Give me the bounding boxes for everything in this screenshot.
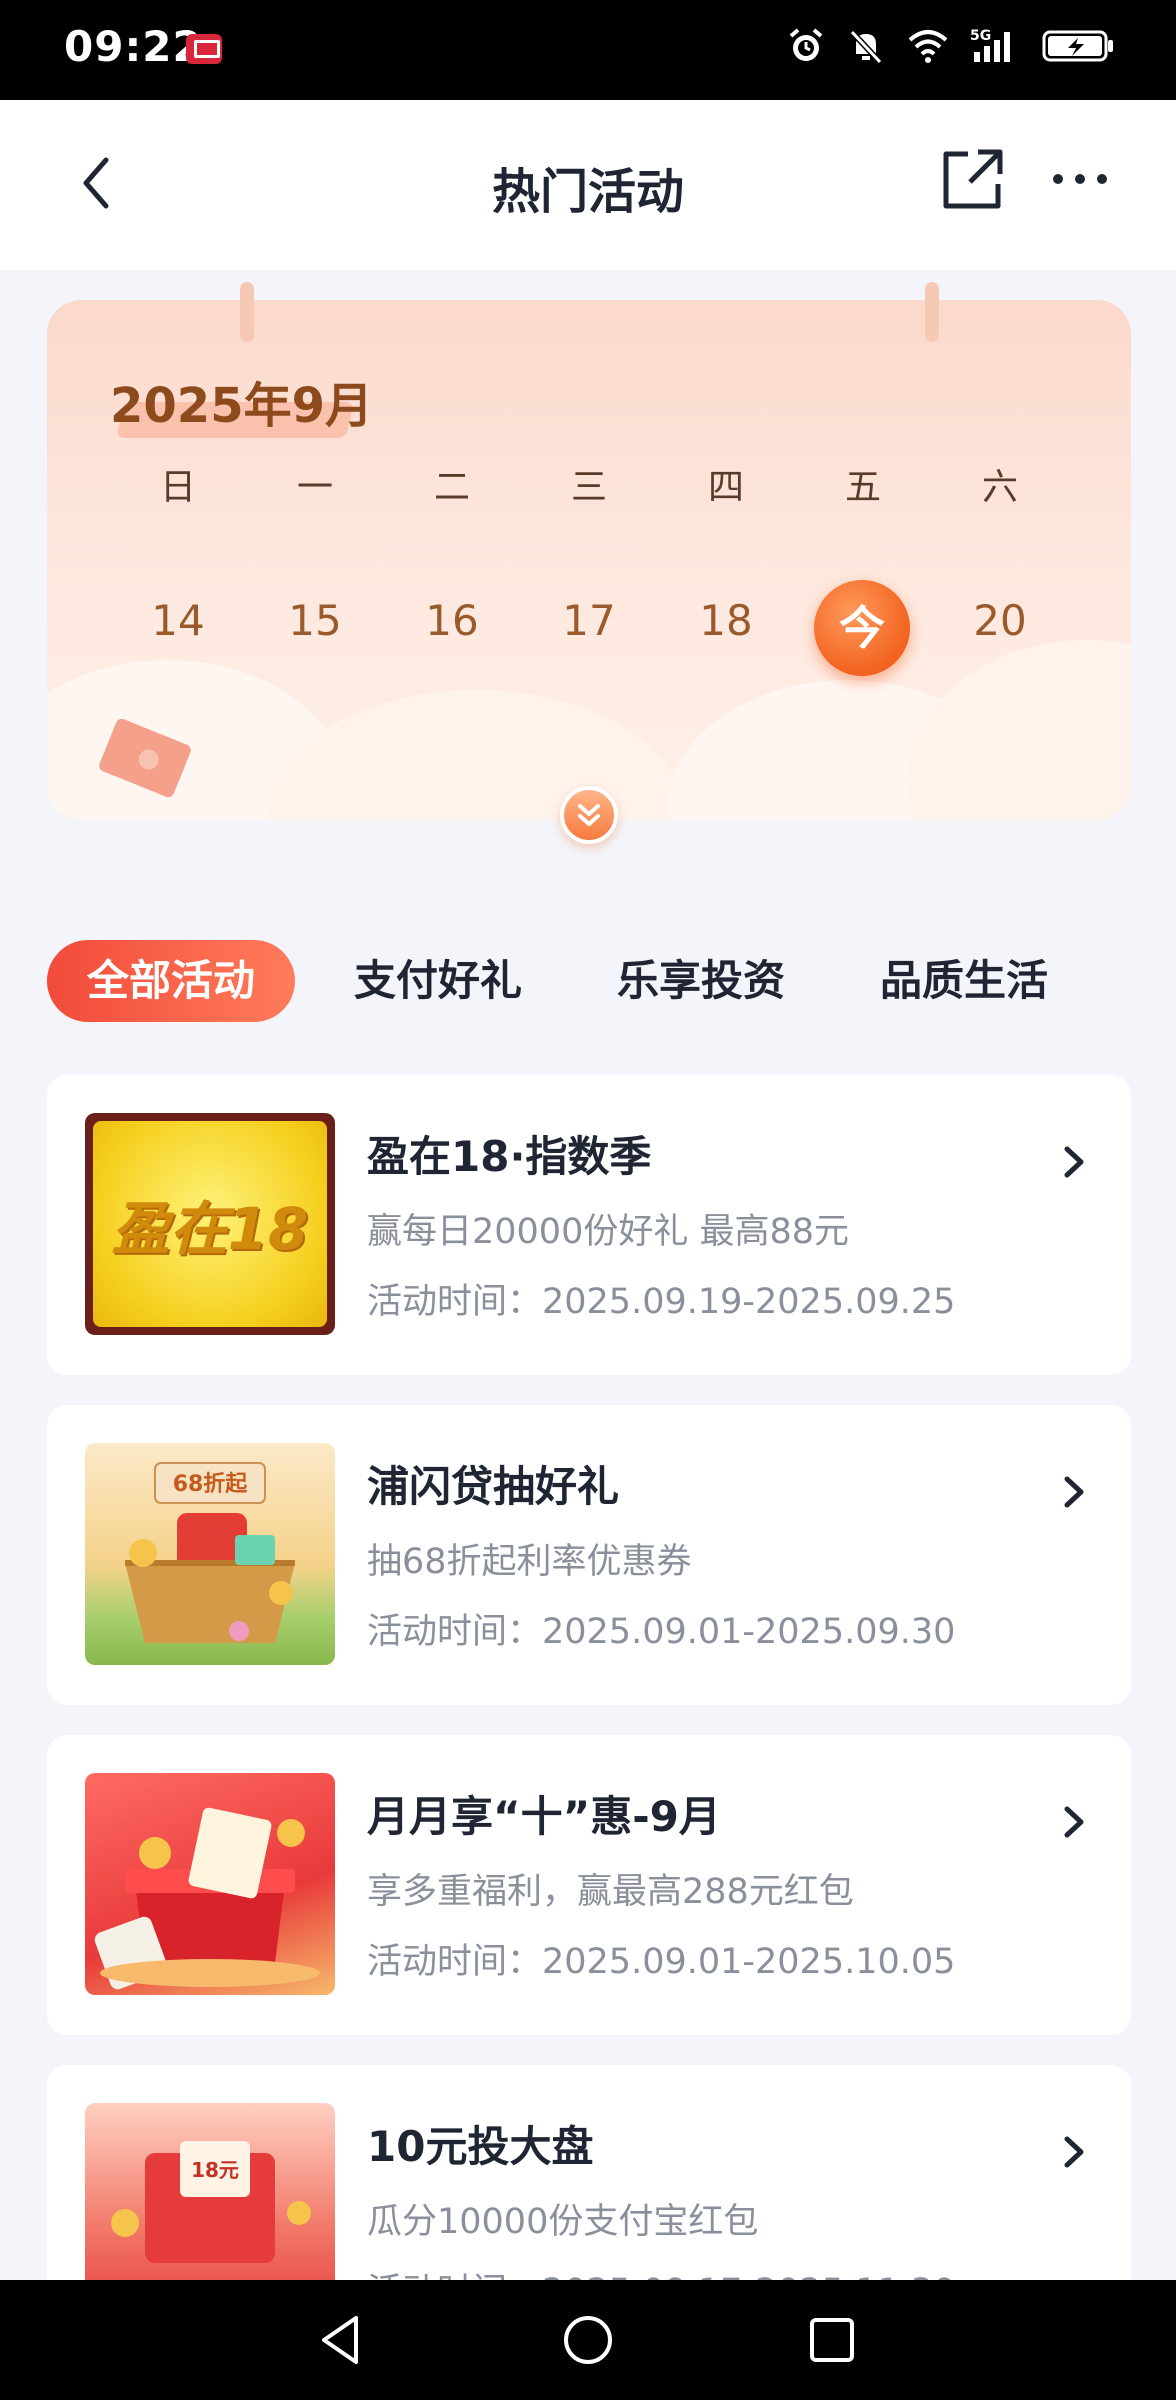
weekday-label: 日 xyxy=(159,467,196,508)
activity-card[interactable]: 68折起 浦闪贷抽好礼 抽68折起利率优惠券 活动时间：2025.09.01-2… xyxy=(47,1405,1131,1705)
thumbnail-coupon-text: 68折起 xyxy=(173,1472,249,1497)
alarm-icon xyxy=(789,28,823,61)
activity-title: 浦闪贷抽好礼 xyxy=(367,1462,620,1511)
nav-back-button[interactable] xyxy=(310,2308,374,2372)
activity-subtitle: 抽68折起利率优惠券 xyxy=(367,1542,692,1582)
calendar-cloud-decor xyxy=(267,690,687,820)
calendar-date[interactable]: 20 xyxy=(950,596,1050,645)
thumbnail-amount-text: 18元 xyxy=(191,2158,239,2182)
circle-home-icon xyxy=(564,2316,612,2364)
gift-box-illustration xyxy=(94,1807,320,1990)
weekday-label: 四 xyxy=(707,467,744,508)
activity-title: 盈在18·指数季 xyxy=(367,1132,652,1181)
calendar-expand-button[interactable] xyxy=(560,786,618,844)
calendar-ring xyxy=(240,282,254,342)
svg-text:5G: 5G xyxy=(970,28,991,44)
thumbnail-logo-text: 盈在18 xyxy=(93,1121,327,1327)
top-nav-bar: 热门活动 xyxy=(0,100,1176,270)
activity-time: 活动时间：2025.09.19-2025.09.25 xyxy=(367,1282,956,1322)
more-icon xyxy=(1053,174,1107,184)
double-chevron-down-icon xyxy=(578,804,600,826)
chevron-right-icon xyxy=(1064,1806,1084,1838)
weekday-label: 二 xyxy=(433,467,470,508)
activity-thumbnail xyxy=(85,1773,335,1995)
chevron-right-icon xyxy=(1064,2136,1084,2168)
activity-title: 10元投大盘 xyxy=(367,2122,594,2171)
weekday-label: 六 xyxy=(981,467,1018,508)
activity-title: 月月享“十”惠-9月 xyxy=(367,1792,721,1841)
activity-thumbnail: 68折起 xyxy=(85,1443,335,1665)
calendar-today-badge[interactable]: 今 xyxy=(814,580,910,676)
activity-subtitle: 享多重福利，赢最高288元红包 xyxy=(367,1872,854,1912)
activity-subtitle: 瓜分10000份支付宝红包 xyxy=(367,2202,759,2242)
activity-card[interactable]: 盈在18 盈在18·指数季 赢每日20000份好礼 最高88元 活动时间：202… xyxy=(47,1075,1131,1375)
tab-all-activities[interactable]: 全部活动 xyxy=(47,940,296,1022)
more-options-button[interactable] xyxy=(1050,154,1110,204)
signal-5g-icon: 5G xyxy=(970,28,1010,62)
calendar-date[interactable]: 18 xyxy=(676,596,776,645)
calendar-date[interactable]: 16 xyxy=(402,596,502,645)
tab-payment-gifts[interactable]: 支付好礼 xyxy=(354,940,522,1022)
tab-investment[interactable]: 乐享投资 xyxy=(617,940,785,1022)
calendar-cloud-decor xyxy=(907,640,1131,820)
activity-subtitle: 赢每日20000份好礼 最高88元 xyxy=(367,1212,850,1252)
calendar-weekday-row: 日 一 二 三 四 五 六 xyxy=(0,458,1176,518)
red-envelope-decor xyxy=(99,718,191,798)
calendar-date-row: 14 15 16 17 18 20 xyxy=(0,596,1176,656)
chevron-right-icon xyxy=(1064,1146,1084,1178)
status-time: 09:22 xyxy=(64,22,203,71)
share-button[interactable] xyxy=(938,146,1006,214)
chevron-right-icon xyxy=(1064,1476,1084,1508)
basket-illustration: 68折起 xyxy=(125,1462,295,1643)
nav-recents-button[interactable] xyxy=(800,2308,864,2372)
weekday-label: 一 xyxy=(296,467,333,508)
tab-quality-life[interactable]: 品质生活 xyxy=(880,940,1048,1022)
triangle-back-icon xyxy=(322,2316,358,2364)
calendar-month-title: 2025年9月 xyxy=(110,378,373,434)
calendar-ring xyxy=(925,282,939,342)
activity-thumbnail: 盈在18 xyxy=(85,1113,335,1335)
category-tabs: 全部活动 支付好礼 乐享投资 品质生活 xyxy=(0,940,1176,1022)
calendar-date[interactable]: 17 xyxy=(539,596,639,645)
mute-icon xyxy=(849,29,883,65)
status-icons: 5G xyxy=(786,26,1116,66)
calendar-date[interactable]: 15 xyxy=(265,596,365,645)
status-bar: 09:22 5G xyxy=(0,0,1176,100)
activity-card[interactable]: 月月享“十”惠-9月 享多重福利，赢最高288元红包 活动时间：2025.09.… xyxy=(47,1735,1131,2035)
square-recents-icon xyxy=(810,2318,854,2362)
wifi-icon xyxy=(908,30,948,63)
battery-icon xyxy=(1042,30,1113,62)
nav-home-button[interactable] xyxy=(556,2308,620,2372)
weekday-label: 五 xyxy=(844,467,881,508)
activity-time: 活动时间：2025.09.01-2025.10.05 xyxy=(367,1942,956,1982)
calendar-date[interactable]: 14 xyxy=(128,596,228,645)
share-icon xyxy=(943,149,1003,209)
activity-time: 活动时间：2025.09.01-2025.09.30 xyxy=(367,1612,956,1652)
weekday-label: 三 xyxy=(570,467,607,508)
app-notification-icon xyxy=(186,34,222,64)
system-nav-bar xyxy=(0,2280,1176,2400)
